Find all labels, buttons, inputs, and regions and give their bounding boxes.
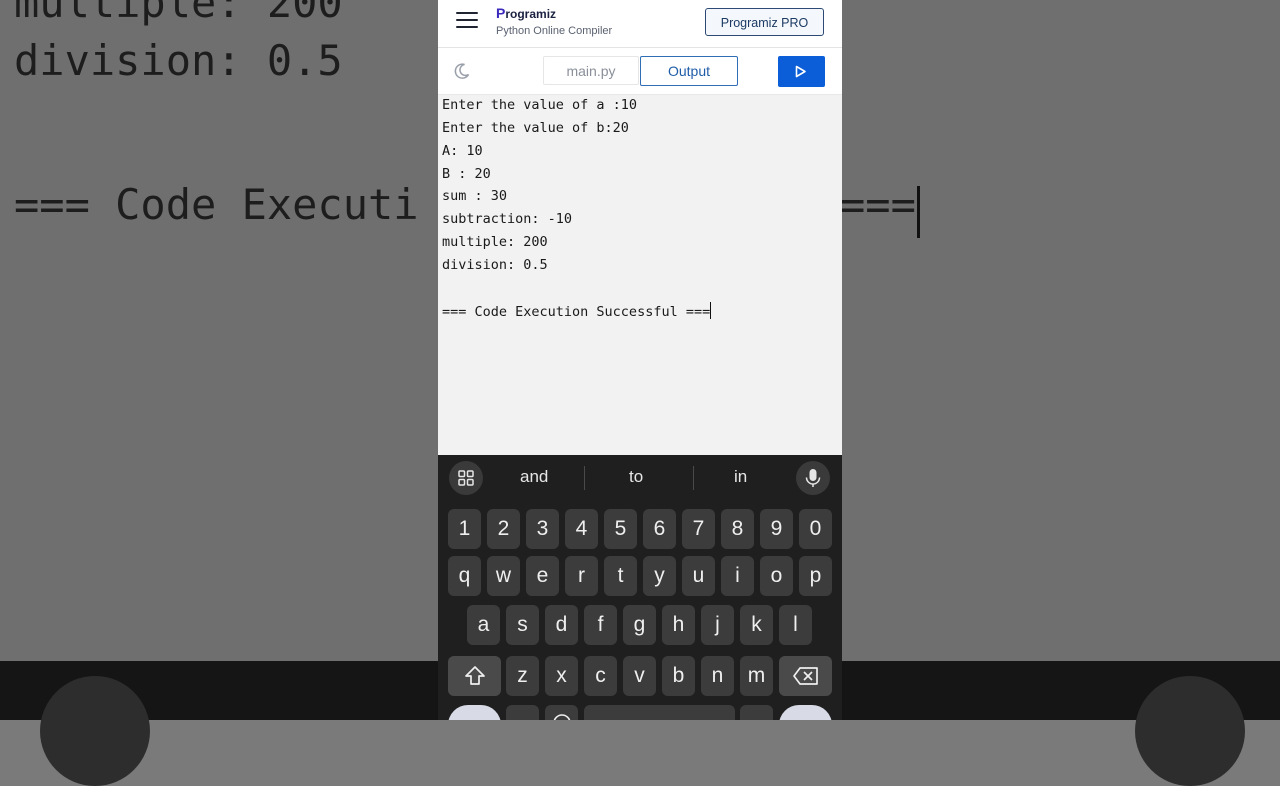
- suggestion-divider: [584, 466, 585, 490]
- key-o[interactable]: o: [760, 556, 793, 596]
- output-line: sum : 30: [442, 188, 508, 204]
- key-9[interactable]: 9: [760, 509, 793, 549]
- execution-status: === Code Execution Successful ===: [442, 304, 711, 320]
- suggestion-and[interactable]: and: [520, 467, 548, 487]
- suggestion-divider: [693, 466, 694, 490]
- backspace-icon: [792, 667, 818, 685]
- output-line: multiple: 200: [442, 234, 548, 250]
- symbols-key[interactable]: [448, 705, 501, 720]
- play-icon: [795, 65, 806, 78]
- output-line: Enter the value of a :10: [442, 97, 638, 113]
- suggestion-bar: and to in: [438, 455, 842, 501]
- background-blur-circle: [1135, 676, 1245, 786]
- key-z[interactable]: z: [506, 656, 539, 696]
- key-r[interactable]: r: [565, 556, 598, 596]
- emoji-icon: [553, 714, 570, 720]
- on-screen-keyboard: and to in 1 2 3 4 5 6 7 8 9 0 q w e r t …: [438, 455, 842, 720]
- space-key[interactable]: [584, 705, 735, 720]
- shift-key[interactable]: [448, 656, 501, 696]
- menu-icon[interactable]: [456, 12, 478, 30]
- key-0[interactable]: 0: [799, 509, 832, 549]
- output-line: A: 10: [442, 143, 483, 159]
- key-6[interactable]: 6: [643, 509, 676, 549]
- key-4[interactable]: 4: [565, 509, 598, 549]
- key-e[interactable]: e: [526, 556, 559, 596]
- output-line: subtraction: -10: [442, 211, 573, 227]
- background-blur-circle: [40, 676, 150, 786]
- key-n[interactable]: n: [701, 656, 734, 696]
- key-v[interactable]: v: [623, 656, 656, 696]
- background-text-line: ===: [842, 180, 916, 229]
- key-k[interactable]: k: [740, 605, 773, 645]
- key-q[interactable]: q: [448, 556, 481, 596]
- suggestion-to[interactable]: to: [629, 467, 643, 487]
- background-text-line: multiple: 200: [14, 0, 343, 27]
- key-s[interactable]: s: [506, 605, 539, 645]
- key-x[interactable]: x: [545, 656, 578, 696]
- key-j[interactable]: j: [701, 605, 734, 645]
- output-line: Enter the value of b:20: [442, 120, 629, 136]
- apps-grid-icon[interactable]: [449, 461, 483, 495]
- key-i[interactable]: i: [721, 556, 754, 596]
- logo[interactable]: Programiz Python Online Compiler: [496, 5, 612, 37]
- key-h[interactable]: h: [662, 605, 695, 645]
- tab-output[interactable]: Output: [640, 56, 738, 86]
- key-g[interactable]: g: [623, 605, 656, 645]
- editor-toolbar: main.py Output: [438, 48, 842, 95]
- logo-letter: P: [496, 5, 506, 21]
- suggestion-in[interactable]: in: [734, 467, 747, 487]
- key-3[interactable]: 3: [526, 509, 559, 549]
- backspace-key[interactable]: [779, 656, 832, 696]
- background-caret: [917, 186, 920, 238]
- emoji-key[interactable]: [545, 705, 578, 720]
- key-y[interactable]: y: [643, 556, 676, 596]
- moon-icon[interactable]: [452, 61, 472, 81]
- key-1[interactable]: 1: [448, 509, 481, 549]
- logo-text: rogramiz: [505, 7, 557, 21]
- run-button[interactable]: [778, 56, 825, 87]
- key-5[interactable]: 5: [604, 509, 637, 549]
- key-8[interactable]: 8: [721, 509, 754, 549]
- key-a[interactable]: a: [467, 605, 500, 645]
- shift-icon: [464, 666, 485, 685]
- key-2[interactable]: 2: [487, 509, 520, 549]
- mic-icon[interactable]: [796, 461, 830, 495]
- logo-wordmark: Programiz: [496, 5, 612, 21]
- phone-screen: Programiz Python Online Compiler Program…: [438, 0, 842, 720]
- key-l[interactable]: l: [779, 605, 812, 645]
- output-line: division: 0.5: [442, 257, 548, 273]
- programiz-pro-button[interactable]: Programiz PRO: [705, 8, 824, 36]
- background-left: multiple: 200 division: 0.5 === Code Exe…: [0, 0, 438, 720]
- background-text-line: === Code Executi: [14, 180, 419, 229]
- key-w[interactable]: w: [487, 556, 520, 596]
- tab-main-py[interactable]: main.py: [543, 56, 639, 85]
- logo-subtitle: Python Online Compiler: [496, 25, 613, 37]
- period-key[interactable]: [740, 705, 773, 720]
- output-panel[interactable]: Enter the value of a :10 Enter the value…: [438, 95, 842, 455]
- key-f[interactable]: f: [584, 605, 617, 645]
- output-line-last: === Code Execution Successful ===: [442, 302, 712, 320]
- key-c[interactable]: c: [584, 656, 617, 696]
- background-text-line: division: 0.5: [14, 36, 343, 85]
- key-m[interactable]: m: [740, 656, 773, 696]
- key-u[interactable]: u: [682, 556, 715, 596]
- background-right: ===: [842, 0, 1280, 720]
- enter-key[interactable]: [779, 705, 832, 720]
- key-p[interactable]: p: [799, 556, 832, 596]
- key-d[interactable]: d: [545, 605, 578, 645]
- key-7[interactable]: 7: [682, 509, 715, 549]
- key-b[interactable]: b: [662, 656, 695, 696]
- comma-key[interactable]: [506, 705, 539, 720]
- output-line: B : 20: [442, 166, 491, 182]
- key-t[interactable]: t: [604, 556, 637, 596]
- header-bar: Programiz Python Online Compiler Program…: [438, 0, 842, 48]
- text-cursor: [710, 302, 712, 319]
